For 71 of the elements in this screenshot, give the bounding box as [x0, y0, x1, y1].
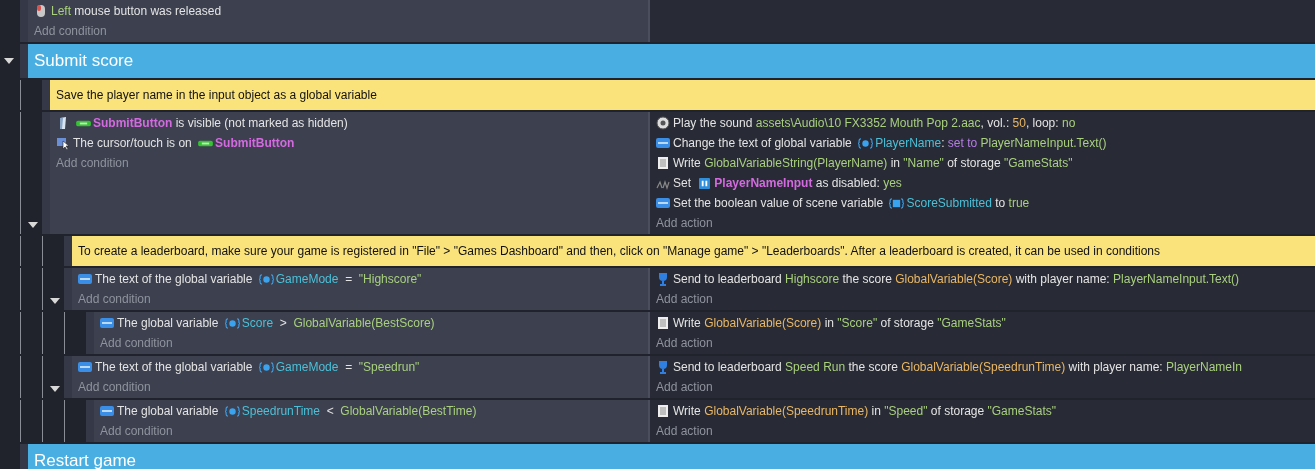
add-condition-link[interactable]: Add condition — [34, 21, 642, 41]
add-action-link[interactable]: Add action — [656, 421, 1315, 441]
drag-handle[interactable] — [20, 0, 28, 42]
action-text: Change the text of global variable — [673, 136, 853, 150]
scene-variable-icon — [889, 197, 905, 209]
add-condition-link[interactable]: Add condition — [100, 333, 642, 353]
global-variable-icon — [224, 405, 240, 417]
add-condition-link[interactable]: Add condition — [56, 153, 642, 173]
variable-icon — [78, 272, 92, 286]
comment-note: Save the player name in the input object as a global variable — [50, 80, 1315, 110]
group-header[interactable]: Restart game — [28, 444, 1315, 469]
condition-text: The text of the global variable — [95, 272, 254, 286]
action-text: PlayerNameInput as disabled: yes — [714, 176, 902, 190]
trophy-icon — [656, 360, 670, 374]
variable-icon — [656, 136, 670, 150]
condition-text: The text of the global variable — [95, 360, 254, 374]
action-text: Send to leaderboard Speed Run the score GlobalVariable(SpeedrunTime) with player name: PlayerNameIn — [673, 360, 1242, 374]
document-icon — [656, 156, 670, 170]
condition-text: SpeedrunTime < GlobalVariable(BestTime) — [241, 404, 477, 418]
drag-handle[interactable] — [64, 356, 72, 398]
variable-icon — [100, 404, 114, 418]
global-variable-icon — [858, 137, 874, 149]
global-variable-icon — [258, 273, 274, 285]
drag-handle[interactable] — [86, 312, 94, 354]
drag-handle[interactable] — [20, 444, 28, 469]
condition-text: The global variable — [117, 316, 220, 330]
group-header[interactable]: Submit score — [28, 44, 1315, 78]
global-variable-icon — [258, 361, 274, 373]
condition-text: Score > GlobalVariable(BestScore) — [241, 316, 435, 330]
mouse-icon — [34, 4, 48, 18]
action-text: Write GlobalVariable(Score) in "Score" of storage "GameStats" — [673, 316, 1006, 330]
add-condition-link[interactable]: Add condition — [78, 377, 642, 397]
condition-text: The global variable — [117, 404, 220, 418]
drag-handle[interactable] — [42, 112, 50, 234]
document-icon — [656, 404, 670, 418]
input-object-icon — [697, 177, 713, 189]
collapse-arrow-icon[interactable] — [4, 58, 14, 64]
variable-icon — [78, 360, 92, 374]
variable-icon — [656, 196, 670, 210]
document-icon — [656, 316, 670, 330]
action-text: Set the boolean value of scene variable — [673, 196, 885, 210]
add-action-link[interactable]: Add action — [656, 289, 1315, 309]
add-action-link[interactable]: Add action — [656, 377, 1315, 397]
drag-handle[interactable] — [64, 236, 72, 266]
comment-note: To create a leaderboard, make sure your game is registered in "File" > "Games Dashboard" and then, click on "Manage game" > "Leaderboards". After a leaderboard is created, it can be used in conditions — [72, 236, 1315, 266]
add-condition-link[interactable]: Add condition — [100, 421, 642, 441]
action-text: Write GlobalVariableString(PlayerName) in "Name" of storage "GameStats" — [673, 156, 1073, 170]
condition-text: SubmitButton is visible (not marked as hidden) — [93, 116, 348, 130]
condition-text: Left mouse button was released — [51, 4, 222, 18]
drag-handle[interactable] — [64, 268, 72, 310]
action-text: Play the sound assets\Audio\10 FX3352 Mouth Pop 2.aac, vol.: 50, loop: no — [673, 116, 1076, 130]
drag-handle[interactable] — [20, 44, 28, 78]
action-text: ScoreSubmitted to true — [906, 196, 1030, 210]
speaker-icon — [656, 116, 670, 130]
global-variable-icon — [224, 317, 240, 329]
action-text: Write GlobalVariable(SpeedrunTime) in "Speed" of storage "GameStats" — [673, 404, 1057, 418]
drag-handle[interactable] — [86, 400, 94, 442]
condition-text: GameMode = "Highscore" — [275, 272, 422, 286]
action-text: PlayerName: set to PlayerNameInput.Text() — [875, 136, 1107, 150]
condition-text: SubmitButton — [215, 136, 295, 150]
add-action-link[interactable]: Add action — [656, 333, 1315, 353]
drag-handle[interactable] — [42, 80, 50, 110]
trophy-icon — [656, 272, 670, 286]
condition-text: The cursor/touch is on — [73, 136, 193, 150]
add-action-link[interactable]: Add action — [656, 213, 1315, 233]
add-condition-link[interactable]: Add condition — [78, 289, 642, 309]
action-text: Set — [673, 176, 692, 190]
cursor-icon — [56, 136, 70, 150]
action-text: Send to leaderboard Highscore the score GlobalVariable(Score) with player name: PlayerNameInput.Text() — [673, 272, 1240, 286]
variable-icon — [100, 316, 114, 330]
condition-text: GameMode = "Speedrun" — [275, 360, 420, 374]
